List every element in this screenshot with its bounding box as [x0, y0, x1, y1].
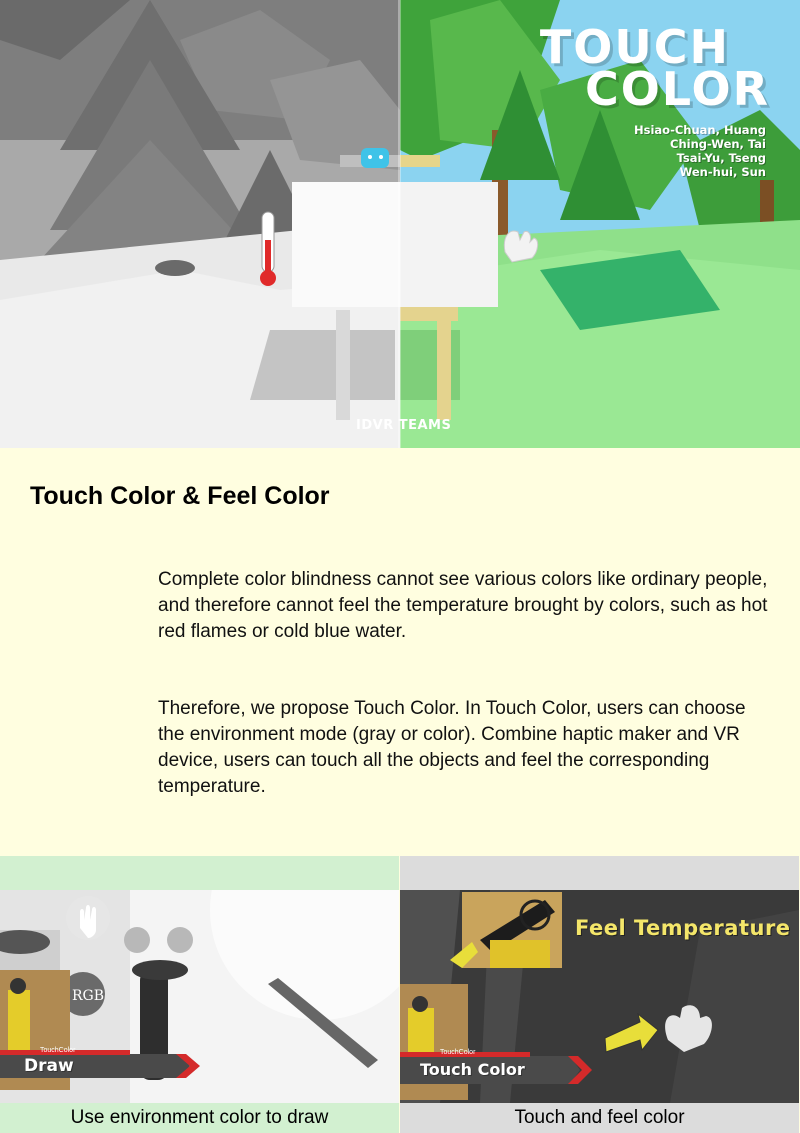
demo-draw: RGB TouchColor Draw Use environment colo…	[0, 856, 399, 1133]
demo-draw-scene: RGB TouchColor Draw	[0, 890, 399, 1103]
demo-caption: Touch and feel color	[400, 1103, 799, 1133]
demo-caption: Use environment color to draw	[0, 1103, 399, 1133]
mode-tag-touch-color: Touch Color	[420, 1060, 525, 1079]
intro-paragraph-2: Therefore, we propose Touch Color. In To…	[158, 698, 746, 797]
author-name: Ching-Wen, Tai	[670, 137, 766, 151]
rgb-button[interactable]: RGB	[72, 988, 104, 1004]
mode-brand: TouchColor	[40, 1047, 76, 1054]
mode-tag-draw: Draw	[24, 1056, 74, 1076]
author-list: Hsiao-Chuan, Huang Ching-Wen, Tai Tsai-Y…	[634, 123, 766, 179]
hero-image: TOUCH COLOR Hsiao-Chuan, Huang Ching-Wen…	[0, 0, 800, 448]
demo-touch: Feel Temperature TouchColor Touch Color …	[400, 856, 799, 1133]
author-name: Wen-hui, Sun	[679, 165, 766, 179]
demo-touch-scene: Feel Temperature TouchColor Touch Color	[400, 890, 799, 1103]
team-label: IDVR TEAMS	[356, 418, 452, 433]
intro-panel: Touch Color & Feel Color Complete color …	[0, 455, 800, 847]
hero-title-color: COLOR	[584, 62, 770, 116]
section-title: Touch Color & Feel Color	[30, 482, 330, 510]
intro-paragraph-1: Complete color blindness cannot see vari…	[158, 569, 768, 642]
feel-temperature-title: Feel Temperature	[575, 916, 791, 940]
mode-brand: TouchColor	[440, 1049, 476, 1056]
author-name: Tsai-Yu, Tseng	[676, 151, 766, 165]
author-name: Hsiao-Chuan, Huang	[634, 123, 766, 137]
